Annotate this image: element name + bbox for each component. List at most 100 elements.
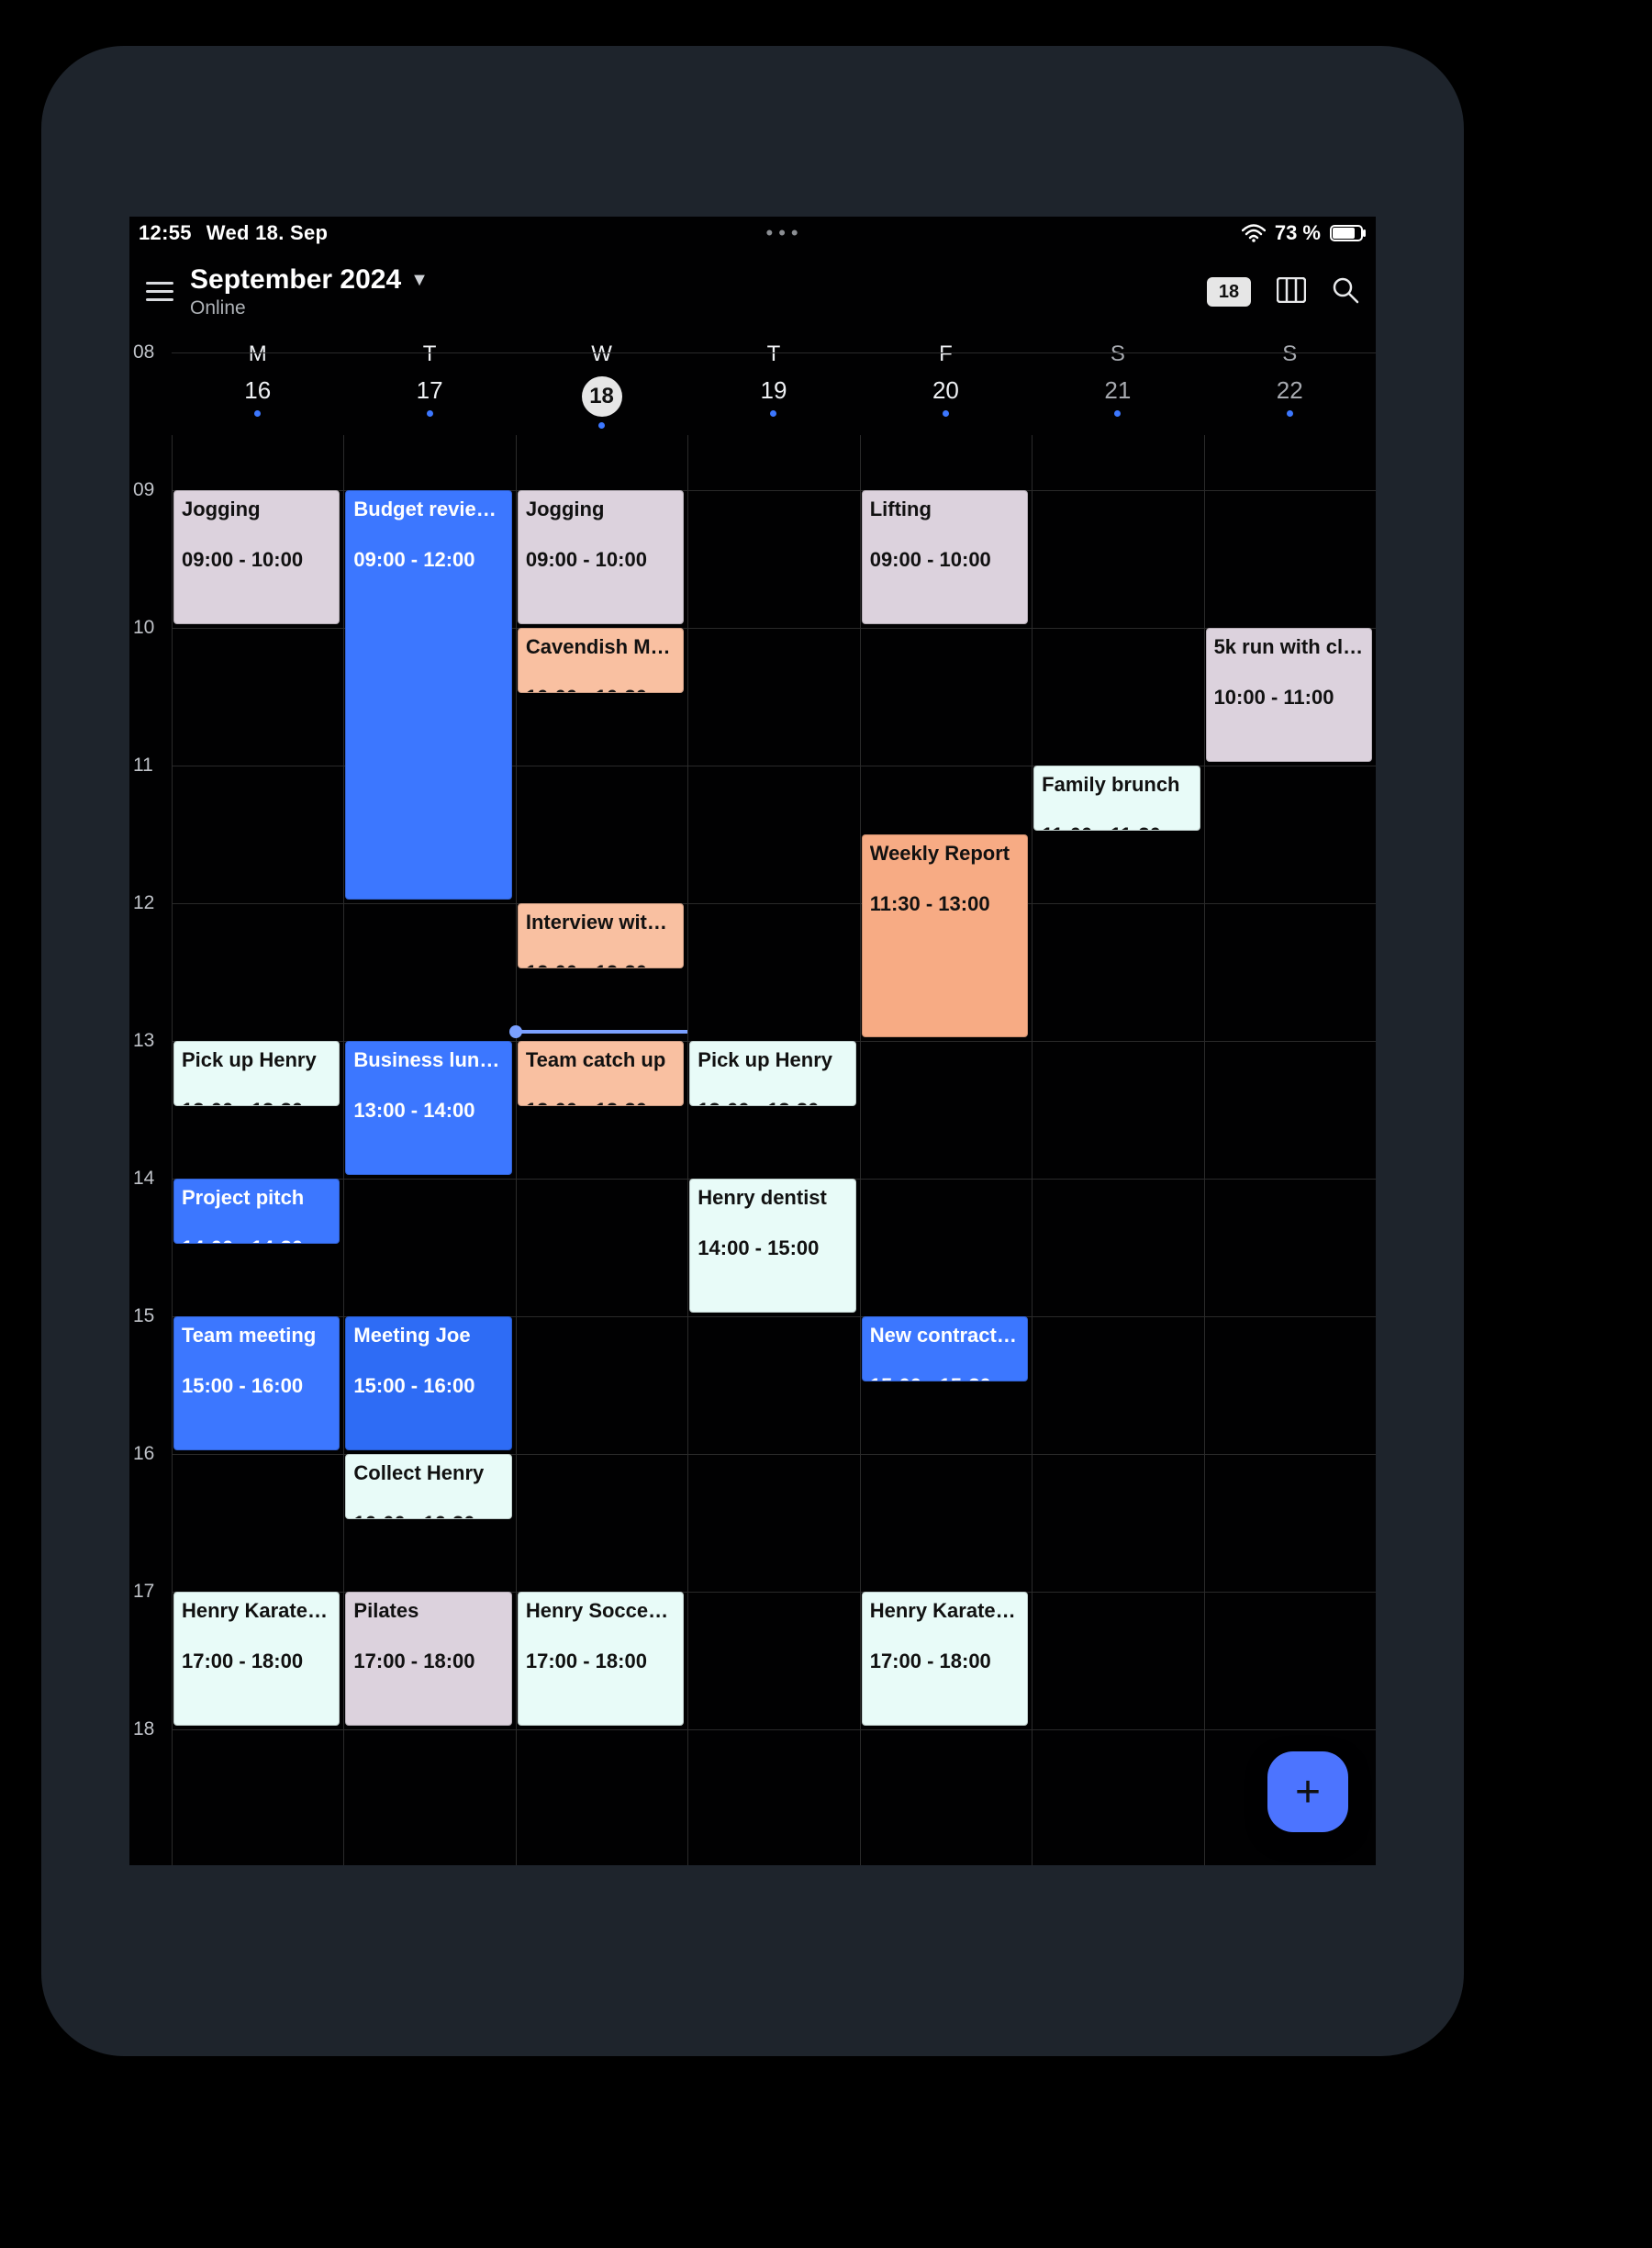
event-time: 09:00 - 12:00 — [353, 548, 474, 571]
month-picker[interactable]: September 2024 ▼ — [190, 264, 429, 296]
event-title: Henry Karate class — [870, 1598, 1020, 1624]
day-column-header[interactable]: M16 — [172, 336, 343, 435]
calendar-event[interactable]: Lifting09:00 - 10:00 — [862, 490, 1028, 624]
event-indicator-dot — [1114, 410, 1121, 417]
calendar-event[interactable]: Project pitch14:00 - 14:30 — [173, 1179, 340, 1244]
hour-label: 14 — [133, 1168, 154, 1190]
grid-hour-line — [172, 903, 1376, 904]
grid-day-line — [516, 435, 517, 1865]
event-title: Team meeting — [182, 1323, 331, 1348]
event-title: Jogging — [526, 497, 675, 522]
day-header-row: M16T17W18T19F20S21S22 — [129, 336, 1376, 435]
calendar-event[interactable]: Collect Henry16:00 - 16:30 — [345, 1454, 511, 1519]
calendar-event[interactable]: Interview wit…12:00 - 12:30 — [518, 903, 684, 968]
now-indicator-dot — [509, 1025, 522, 1038]
weekday-letter: T — [423, 341, 437, 367]
event-title: Business lunch @ The Harp — [353, 1047, 503, 1073]
event-title: Project pitch — [182, 1185, 331, 1211]
day-column-header[interactable]: S21 — [1032, 336, 1203, 435]
event-title: Pick up Henry — [698, 1047, 847, 1073]
calendar-event[interactable]: Henry Karate class 17:00 - 18:00 — [862, 1592, 1028, 1726]
calendar-event[interactable]: Meeting Joe15:00 - 16:00 — [345, 1316, 511, 1450]
view-columns-button[interactable] — [1277, 277, 1306, 308]
plus-icon: + — [1295, 1767, 1321, 1817]
event-time: 11:30 - 13:00 — [870, 892, 990, 915]
calendar-event[interactable]: Family brunch11:00 - 11:30 — [1033, 766, 1200, 831]
hour-row: 14 — [129, 1179, 172, 1316]
day-column-header[interactable]: T 17 — [343, 336, 515, 435]
calendar-event[interactable]: Team catch up13:00 - 13:30 — [518, 1041, 684, 1106]
calendar-event[interactable]: Henry dentist14:00 - 15:00 — [689, 1179, 855, 1313]
hour-label: 13 — [133, 1030, 154, 1052]
event-title: Henry Soccer practice — [526, 1598, 675, 1624]
day-column-header[interactable]: T 19 — [687, 336, 859, 435]
search-button[interactable] — [1332, 276, 1359, 308]
event-time: 15:00 - 15:30 — [870, 1374, 991, 1381]
hour-row: 10 — [129, 628, 172, 766]
calendar-event[interactable]: Pick up Henry13:00 - 13:30 — [173, 1041, 340, 1106]
grid-body[interactable]: Jogging09:00 - 10:00Budget review meetin… — [172, 435, 1376, 1865]
tablet-frame: 12:55 Wed 18. Sep ••• 73 % — [41, 46, 1464, 2056]
calendar-event[interactable]: Team meeting 15:00 - 16:00 — [173, 1316, 340, 1450]
calendar-event[interactable]: Budget review meeting09:00 - 12:00 — [345, 490, 511, 900]
hour-row: 08 — [129, 352, 172, 490]
battery-percent: 73 % — [1275, 221, 1321, 245]
event-time: 09:00 - 10:00 — [182, 548, 303, 571]
event-indicator-dot — [598, 422, 605, 429]
grid-day-line — [687, 435, 688, 1865]
day-number: 17 — [417, 376, 443, 405]
hour-row: 17 — [129, 1592, 172, 1729]
event-time: 13:00 - 14:00 — [353, 1099, 474, 1122]
calendar-event[interactable]: Jogging09:00 - 10:00 — [518, 490, 684, 624]
add-event-button[interactable]: + — [1267, 1751, 1348, 1832]
hour-row: 18 — [129, 1729, 172, 1865]
day-column-header[interactable]: W18 — [516, 336, 687, 435]
hour-label: 08 — [133, 341, 154, 363]
day-number: 19 — [761, 376, 787, 405]
event-title: Collect Henry — [353, 1460, 503, 1486]
event-time: 17:00 - 18:00 — [353, 1650, 474, 1672]
hour-row: 13 — [129, 1041, 172, 1179]
grid-day-line — [343, 435, 344, 1865]
hour-row: 11 — [129, 766, 172, 903]
event-title: Interview wit… — [526, 910, 675, 935]
weekday-letter: S — [1111, 341, 1125, 367]
calendar-event[interactable]: Weekly Report 11:30 - 13:00 — [862, 834, 1028, 1037]
event-title: Team catch up — [526, 1047, 675, 1073]
calendar-event[interactable]: Jogging09:00 - 10:00 — [173, 490, 340, 624]
calendar-event[interactable]: Cavendish Me…10:00 - 10:30 — [518, 628, 684, 693]
day-column-header[interactable]: S22 — [1204, 336, 1376, 435]
hour-label: 15 — [133, 1305, 154, 1327]
hour-row: 12 — [129, 903, 172, 1041]
day-number: 16 — [244, 376, 271, 405]
weekday-letter: W — [591, 341, 612, 367]
calendar-event[interactable]: Pick up Henry 13:00 - 13:30 — [689, 1041, 855, 1106]
status-bar: 12:55 Wed 18. Sep ••• 73 % — [129, 217, 1376, 250]
grid-day-line — [1204, 435, 1205, 1865]
calendar-event[interactable]: 5k run with club10:00 - 11:00 — [1206, 628, 1372, 762]
day-number: 22 — [1277, 376, 1303, 405]
event-title: New contract … — [870, 1323, 1020, 1348]
today-button[interactable]: 18 — [1207, 277, 1251, 307]
event-time: 15:00 - 16:00 — [182, 1374, 303, 1397]
weekday-letter: T — [767, 341, 781, 367]
month-title: September 2024 — [190, 264, 401, 296]
event-time: 13:00 - 13:30 — [698, 1099, 819, 1106]
event-title: Meeting Joe — [353, 1323, 503, 1348]
event-title: Weekly Report — [870, 841, 1020, 867]
event-time: 17:00 - 18:00 — [870, 1650, 991, 1672]
calendar-event[interactable]: Henry Soccer practice17:00 - 18:00 — [518, 1592, 684, 1726]
calendar-grid[interactable]: 0809101112131415161718 Jogging09:00 - 10… — [129, 435, 1376, 1865]
battery-icon — [1330, 225, 1367, 241]
status-date: Wed 18. Sep — [206, 221, 329, 245]
grid-day-line — [172, 435, 173, 1865]
menu-button[interactable] — [129, 282, 190, 302]
calendar-event[interactable]: Business lunch @ The Harp 13:00 - 14:00 — [345, 1041, 511, 1175]
day-column-header[interactable]: F20 — [860, 336, 1032, 435]
event-time: 09:00 - 10:00 — [870, 548, 991, 571]
event-indicator-dot — [427, 410, 433, 417]
event-time: 13:00 - 13:30 — [182, 1099, 303, 1106]
calendar-event[interactable]: Henry Karate class17:00 - 18:00 — [173, 1592, 340, 1726]
calendar-event[interactable]: New contract … 15:00 - 15:30 — [862, 1316, 1028, 1381]
calendar-event[interactable]: Pilates17:00 - 18:00 — [345, 1592, 511, 1726]
